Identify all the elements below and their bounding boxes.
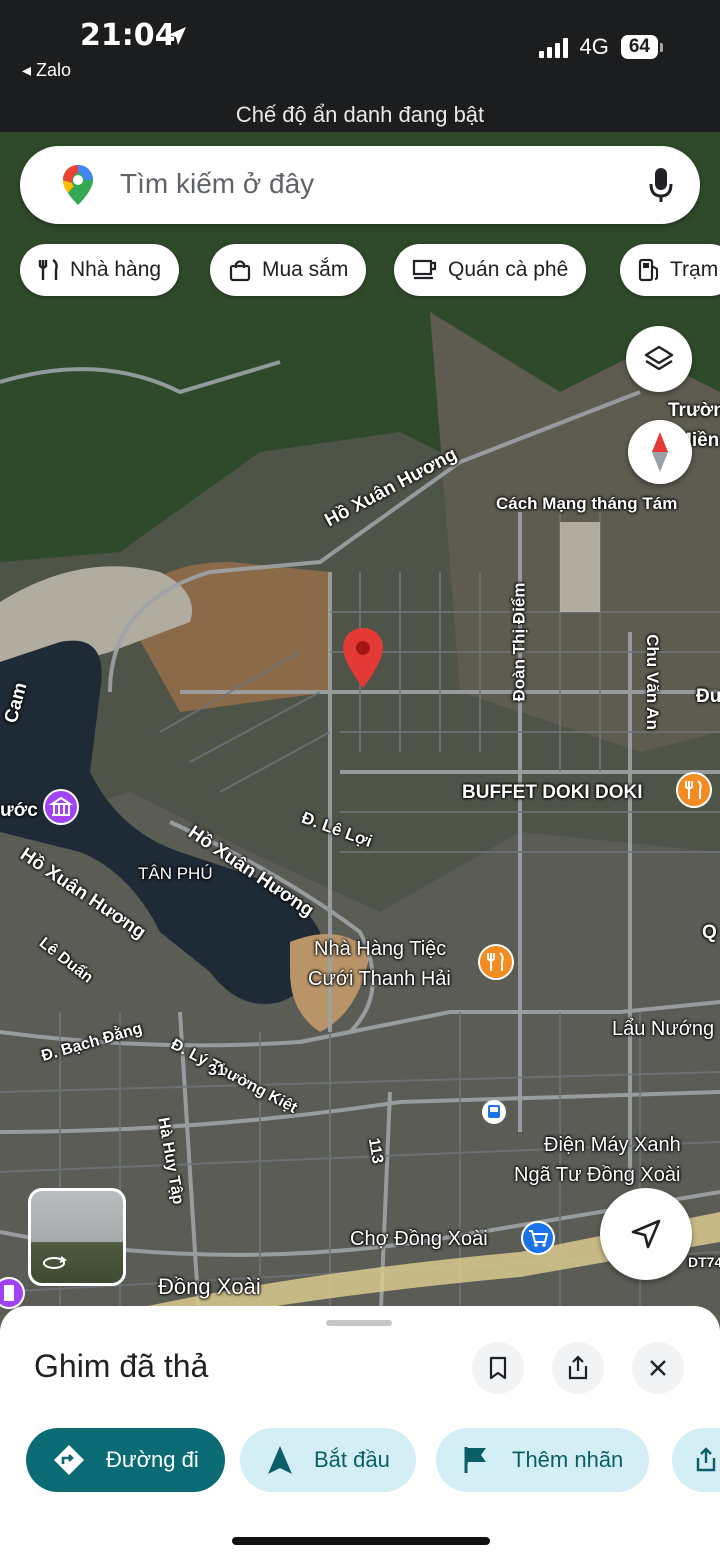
poi-label[interactable]: BUFFET DOKI DOKI [462, 782, 643, 804]
area-label: TÂN PHÚ [138, 864, 213, 883]
add-label-label: Thêm nhãn [512, 1447, 624, 1472]
signal-icon [538, 36, 568, 58]
start-label: Bắt đầu [314, 1447, 390, 1472]
poi-label[interactable]: Chợ Đồng Xoài [350, 1228, 488, 1251]
microphone-icon[interactable] [648, 166, 674, 204]
chip-gas-station[interactable]: Trạm [620, 244, 720, 296]
poi-label[interactable]: Cưới Thanh Hải [308, 968, 451, 991]
flag-icon [464, 1447, 486, 1473]
bookmark-icon [489, 1356, 507, 1380]
road-label: Cách Mạng tháng Tám [496, 494, 678, 513]
place-bottom-sheet[interactable]: Ghim đã thả Đường đi Bắt đầu Thêm nhãn [0, 1306, 720, 1558]
layers-button[interactable] [626, 326, 692, 392]
search-bar[interactable]: Tìm kiếm ở đây [20, 146, 700, 224]
share-icon [568, 1355, 588, 1380]
compass-icon [652, 432, 668, 472]
poi-label[interactable]: Điện Máy Xanh [544, 1134, 681, 1157]
close-button[interactable] [632, 1342, 684, 1394]
road-label: ước [0, 800, 38, 821]
compass-button[interactable] [628, 420, 692, 484]
status-bar: 21:04 ◂ Zalo 4G 64 Chế độ ẩn danh đang b… [0, 0, 720, 132]
layers-icon [644, 345, 674, 371]
google-maps-logo-icon [63, 165, 93, 205]
bus-stop-icon[interactable] [480, 1098, 508, 1126]
my-location-button[interactable] [600, 1188, 692, 1280]
chip-shopping[interactable]: Mua sắm [210, 244, 367, 296]
dropped-pin-icon[interactable] [340, 626, 386, 690]
museum-marker-icon[interactable] [42, 788, 80, 826]
road-label: Đư [696, 686, 720, 707]
start-button[interactable]: Bắt đầu [240, 1428, 416, 1492]
directions-label: Đường đi [106, 1447, 199, 1472]
street-view-thumbnail[interactable] [28, 1188, 126, 1286]
chip-label: Nhà hàng [70, 258, 162, 281]
chip-label: Trạm [670, 258, 719, 281]
chip-cafe[interactable]: Quán cà phê [394, 244, 587, 296]
search-input[interactable]: Tìm kiếm ở đây [120, 168, 314, 200]
place-title: Ghim đã thả [34, 1348, 209, 1384]
close-icon [650, 1360, 666, 1376]
share-action-button[interactable] [672, 1428, 720, 1492]
map-view[interactable]: Hồ Xuân Hương Cách Mạng tháng Tám Trườn … [0, 132, 720, 1332]
restaurant-marker-icon[interactable] [676, 772, 712, 812]
route-label: 31 [208, 1062, 226, 1079]
road-label: Chu Văn An [642, 634, 662, 730]
location-arrow-icon [168, 27, 186, 45]
poi-label[interactable]: Lẩu Nướng [612, 1018, 714, 1041]
shopping-bag-icon [229, 260, 251, 282]
road-label: Trườn [668, 400, 720, 421]
movie-marker-icon[interactable] [0, 1276, 26, 1310]
street-view-rotate-icon [43, 1256, 67, 1269]
battery-icon: 64 [620, 35, 664, 59]
home-indicator[interactable] [232, 1537, 490, 1545]
clock: 21:04 [80, 18, 176, 53]
restaurant-marker-icon[interactable] [478, 944, 514, 984]
chip-restaurants[interactable]: Nhà hàng [20, 244, 180, 296]
fork-knife-icon [38, 258, 58, 280]
incognito-notice: Chế độ ẩn danh đang bật [235, 102, 485, 127]
drag-handle[interactable] [326, 1320, 392, 1326]
share-button[interactable] [552, 1342, 604, 1394]
area-label: Đồng Xoài [158, 1274, 261, 1299]
chip-label: Quán cà phê [448, 258, 569, 281]
road-label: Q [702, 922, 717, 943]
route-label: DT74 [688, 1254, 720, 1270]
poi-label[interactable]: Nhà Hàng Tiệc [314, 938, 446, 961]
chip-label: Mua sắm [262, 258, 349, 281]
directions-button[interactable]: Đường đi [26, 1428, 225, 1492]
share-icon [696, 1447, 716, 1472]
poi-label[interactable]: Ngã Tư Đồng Xoài [514, 1164, 680, 1187]
directions-icon [54, 1445, 84, 1475]
back-to-app-link[interactable]: ◂ Zalo [22, 60, 71, 81]
add-label-button[interactable]: Thêm nhãn [436, 1428, 650, 1492]
status-indicators: 4G 64 [538, 34, 664, 60]
shopping-marker-icon[interactable] [520, 1220, 556, 1256]
save-button[interactable] [472, 1342, 524, 1394]
navigation-arrow-icon [268, 1446, 292, 1474]
coffee-cup-icon [412, 259, 437, 280]
network-type: 4G [579, 34, 609, 59]
navigation-arrow-icon [631, 1219, 661, 1249]
gas-station-icon [638, 258, 658, 282]
road-label: Đoàn Thị Điểm [509, 582, 529, 702]
